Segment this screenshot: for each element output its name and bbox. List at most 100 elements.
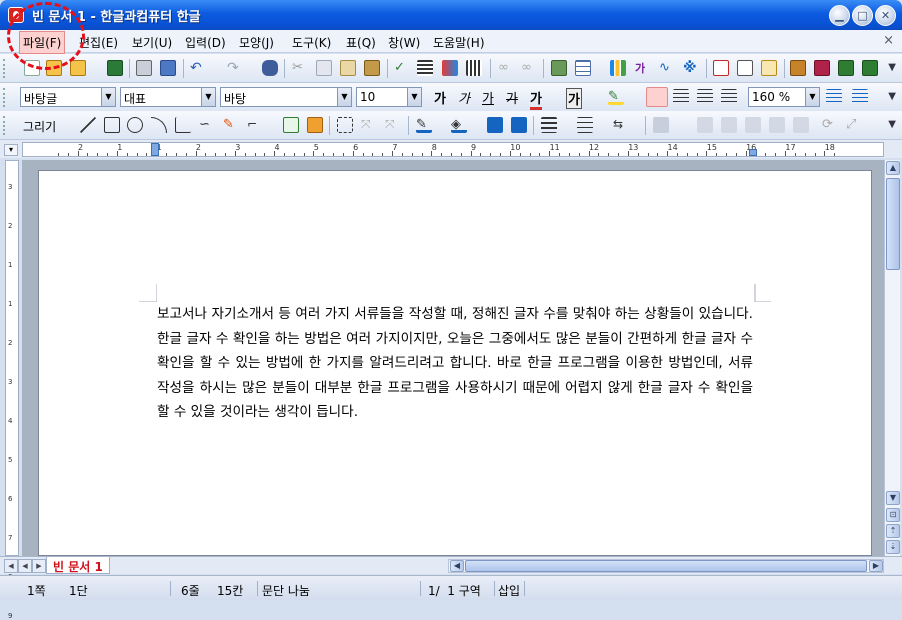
indent-increase-icon[interactable]: [826, 89, 842, 105]
char-shape-icon[interactable]: [442, 60, 458, 76]
print-preview-icon[interactable]: [160, 60, 176, 76]
pen-tool-icon[interactable]: ✎: [223, 117, 239, 133]
toolbar-grip[interactable]: [3, 116, 7, 135]
mail-merge-icon[interactable]: [790, 60, 806, 76]
align-objects-icon[interactable]: [745, 117, 761, 133]
picture-icon[interactable]: [551, 60, 567, 76]
strikethrough-button[interactable]: 가: [506, 88, 518, 107]
polygon-tool-icon[interactable]: [175, 117, 191, 133]
arrow-style-icon[interactable]: ⇆: [613, 117, 629, 133]
language-font-select[interactable]: 대표 ▼: [120, 87, 216, 107]
memo-icon[interactable]: [761, 60, 777, 76]
line-color-icon[interactable]: ✎: [416, 117, 432, 133]
vertical-ruler[interactable]: 321123456789: [5, 160, 19, 620]
table-icon[interactable]: [575, 60, 591, 76]
rotate-object-icon[interactable]: ⟳: [822, 117, 838, 133]
fill-color-icon[interactable]: ◈: [451, 117, 467, 133]
horizontal-ruler[interactable]: 2 1 1 2 3 4 5 6 7 8 9 10 11 12 13 14 15 16 17 18: [22, 142, 884, 157]
select-objects-icon[interactable]: [337, 117, 353, 133]
menu-edit[interactable]: 편집(E): [79, 34, 118, 51]
menu-view[interactable]: 보기(U): [132, 34, 172, 51]
toolbar-overflow-icon[interactable]: ▼: [888, 91, 896, 102]
tab-document-1[interactable]: 빈 문서 1: [46, 557, 110, 574]
tab-scroll-left-icon[interactable]: ◀: [4, 559, 18, 573]
drawing-menu-label[interactable]: 그리기: [23, 118, 56, 135]
page-up-icon[interactable]: ⊡: [886, 508, 900, 522]
header-icon[interactable]: [713, 60, 729, 76]
shadow-icon[interactable]: [653, 117, 669, 133]
bold-button[interactable]: 가: [434, 88, 446, 107]
open-icon[interactable]: [46, 60, 62, 76]
equation-icon[interactable]: ∿: [659, 60, 675, 76]
scroll-up-icon[interactable]: ▲: [886, 161, 900, 175]
document-close-button[interactable]: ×: [883, 33, 894, 48]
status-insert-mode[interactable]: 삽입: [498, 582, 520, 599]
shade-color-button[interactable]: 가: [566, 88, 582, 109]
open-folder-icon[interactable]: [70, 60, 86, 76]
align-right-icon[interactable]: [697, 89, 713, 105]
find-icon[interactable]: [262, 60, 278, 76]
bring-front-icon[interactable]: [487, 117, 503, 133]
format-painter-icon[interactable]: [364, 60, 380, 76]
highlight-icon[interactable]: ✎: [608, 89, 624, 105]
redo-icon[interactable]: ↷: [227, 60, 243, 76]
ungroup-icon[interactable]: [721, 117, 737, 133]
align-left-icon[interactable]: [673, 89, 689, 105]
cut-icon[interactable]: ✂: [292, 60, 308, 76]
vertical-scrollbar[interactable]: ▲ ▼ ⊡ ⇡ ⇣: [884, 160, 900, 556]
toolbar-overflow-icon[interactable]: ▼: [888, 119, 896, 130]
clipart-icon[interactable]: [307, 117, 323, 133]
save-icon[interactable]: [107, 60, 123, 76]
group-icon[interactable]: [697, 117, 713, 133]
print-icon[interactable]: [136, 60, 152, 76]
page-number-icon[interactable]: [737, 60, 753, 76]
connector-tool-icon[interactable]: ⌐: [247, 117, 263, 133]
horizontal-scroll-thumb[interactable]: [465, 560, 867, 572]
bookmark-icon[interactable]: ∞: [521, 60, 537, 76]
line-dash-icon[interactable]: [577, 117, 593, 133]
left-indent-marker[interactable]: [151, 143, 159, 156]
font-color-button[interactable]: 가: [530, 88, 542, 110]
line-spacing-select[interactable]: 160 % ▼: [748, 87, 820, 107]
justify-align-button[interactable]: [646, 87, 668, 107]
presentation-icon[interactable]: [814, 60, 830, 76]
flip-icon[interactable]: ⤢: [846, 117, 862, 133]
undo-icon[interactable]: ↶: [190, 60, 206, 76]
minimize-button[interactable]: ▁: [829, 5, 850, 26]
send-back-icon[interactable]: [511, 117, 527, 133]
curve-tool-icon[interactable]: ∽: [199, 117, 215, 133]
font-size-select[interactable]: 10 ▼: [356, 87, 422, 107]
ruler-corner-button[interactable]: ▾: [4, 144, 18, 156]
paste-icon[interactable]: [340, 60, 356, 76]
style-select[interactable]: 바탕글 ▼: [20, 87, 116, 107]
arc-tool-icon[interactable]: [151, 117, 167, 133]
menu-insert[interactable]: 입력(D): [185, 34, 226, 51]
columns-icon[interactable]: [466, 60, 482, 76]
scroll-left-icon[interactable]: ◀: [450, 560, 464, 572]
macro-play-icon[interactable]: [838, 60, 854, 76]
next-page-icon[interactable]: ⇣: [886, 540, 900, 554]
symbol-icon[interactable]: ※: [683, 60, 699, 76]
crop-icon[interactable]: ⤧: [385, 117, 401, 133]
horizontal-scrollbar[interactable]: ◀ ▶: [448, 559, 884, 573]
menu-file[interactable]: 파일(F): [19, 31, 66, 54]
rectangle-tool-icon[interactable]: [104, 117, 120, 133]
tab-next-icon[interactable]: ▶: [32, 559, 46, 573]
copy-icon[interactable]: [316, 60, 332, 76]
toolbar-grip[interactable]: [3, 88, 7, 107]
menu-format[interactable]: 모양(J): [239, 34, 274, 51]
rotate-icon[interactable]: ⤧: [361, 117, 377, 133]
underline-button[interactable]: 가: [482, 88, 494, 107]
distribute-icon[interactable]: [769, 117, 785, 133]
scroll-down-icon[interactable]: ▼: [886, 491, 900, 505]
paragraph-icon[interactable]: [417, 60, 433, 76]
document-body-text[interactable]: 보고서나 자기소개서 등 여러 가지 서류들을 작성할 때, 정해진 글자 수를…: [157, 302, 753, 425]
line-style-icon[interactable]: [541, 117, 557, 133]
hyperlink-icon[interactable]: ∞: [498, 60, 514, 76]
spellcheck-icon[interactable]: ✓: [394, 60, 410, 76]
prev-page-icon[interactable]: ⇡: [886, 524, 900, 538]
tab-prev-icon[interactable]: ◀: [18, 559, 32, 573]
textart-icon[interactable]: 가: [635, 60, 651, 76]
menu-table[interactable]: 표(Q): [346, 34, 376, 51]
italic-button[interactable]: 가: [458, 88, 470, 107]
